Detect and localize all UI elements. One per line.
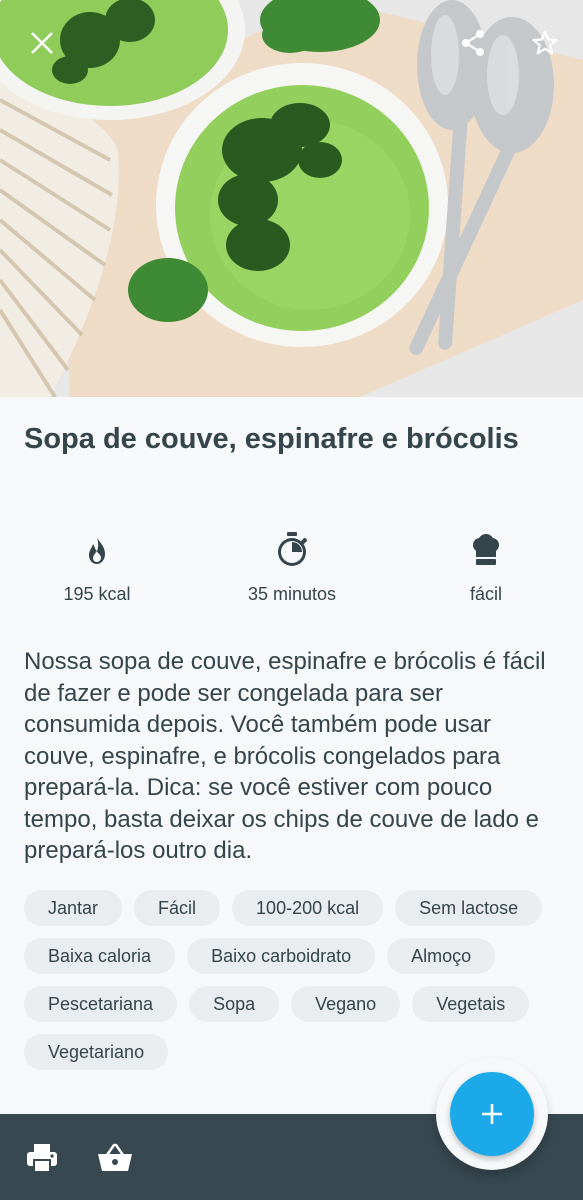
tag-chip[interactable]: Vegetais [412,986,530,1022]
tag-chip[interactable]: Vegetariano [24,1034,169,1070]
tag-chip[interactable]: Baixa caloria [24,938,176,974]
add-to-plan-button[interactable] [450,1072,534,1156]
difficulty-value: fácil [469,584,502,604]
share-button[interactable] [452,22,494,64]
plus-icon [482,1104,502,1124]
stopwatch-icon [278,532,308,566]
tag-chip[interactable]: Fácil [134,890,221,926]
tag-chip[interactable]: Vegano [291,986,401,1022]
printer-icon [27,1144,57,1173]
recipe-hero-image [0,0,583,397]
shopping-basket-icon [98,1143,132,1171]
tag-chip[interactable]: Jantar [24,890,123,926]
favorite-button[interactable] [524,22,566,64]
stat-time: 35 minutos [212,532,372,605]
recipe-tags: Jantar Fácil 100-200 kcal Sem lactose Ba… [24,890,554,1070]
close-icon [31,32,53,54]
recipe-stats: 195 kcal 35 minutos fácil [0,532,583,612]
time-value: 35 minutos [247,584,337,604]
tag-chip[interactable]: 100-200 kcal [232,890,384,926]
tag-chip[interactable]: Almoço [387,938,496,974]
share-icon [462,30,484,56]
stat-calories: 195 kcal [17,532,177,605]
close-button[interactable] [21,22,63,64]
tag-chip[interactable]: Sopa [189,986,280,1022]
stat-difficulty: fácil [406,532,566,605]
tag-chip[interactable]: Baixo carboidrato [187,938,376,974]
star-outline-icon [532,30,558,55]
chef-hat-icon [473,534,499,565]
soup-photo-illustration [0,0,583,397]
recipe-title: Sopa de couve, espinafre e brócolis [24,423,519,455]
calories-value: 195 kcal [63,584,131,604]
flame-icon [89,536,105,564]
tag-chip[interactable]: Sem lactose [395,890,543,926]
print-button[interactable] [20,1136,64,1180]
recipe-description: Nossa sopa de couve, espinafre e brócoli… [24,648,546,864]
tag-chip[interactable]: Pescetariana [24,986,178,1022]
shopping-basket-button[interactable] [93,1136,137,1180]
